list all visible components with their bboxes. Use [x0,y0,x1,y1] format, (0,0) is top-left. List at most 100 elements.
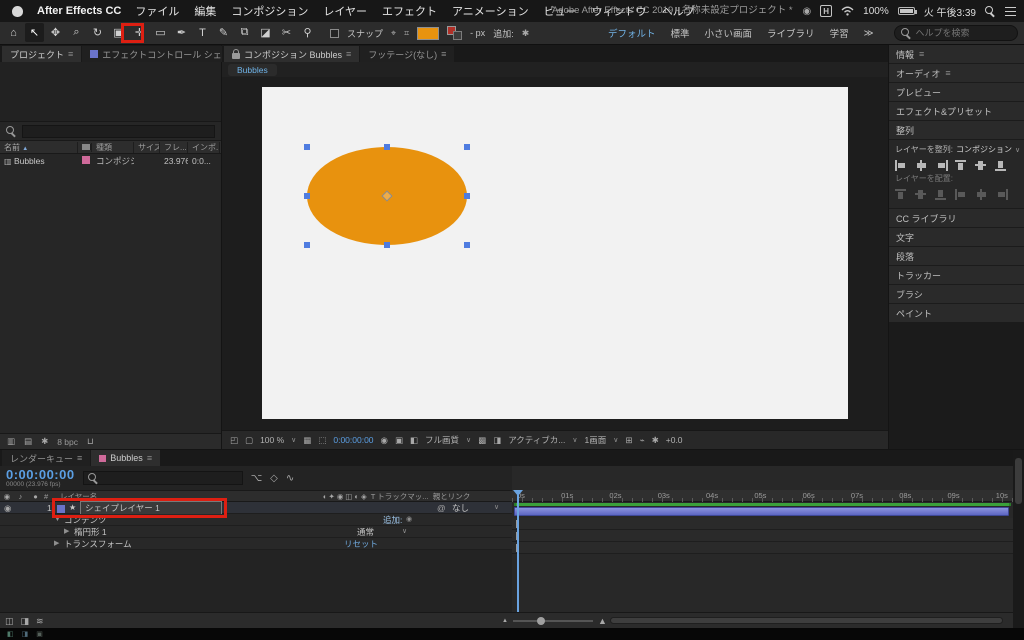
project-search-field[interactable] [22,124,215,138]
roto-brush-tool[interactable]: ✂ [277,23,296,42]
pan-behind-tool[interactable]: ✛ [130,23,149,42]
layer-row-1[interactable]: ◉ 1 ★ シェイプレイヤー 1 @ なし ∨ [0,501,512,515]
quality-column-icon[interactable]: ✦ [329,492,335,501]
chevron-down-icon[interactable]: ∨ [1015,146,1020,154]
add-shape-label[interactable]: 追加: [493,27,514,40]
new-folder-icon[interactable]: ▤ [24,436,32,447]
show-snapshot-icon[interactable]: ▣ [395,435,403,446]
wifi-icon[interactable] [841,6,854,16]
current-timecode[interactable]: 0:00:00:00 [6,468,75,481]
chevron-down-icon[interactable]: ∨ [572,436,577,444]
timeline-horizontal-scrollbar[interactable] [610,617,1003,624]
panel-cc-libraries[interactable]: CC ライブラリ [889,209,1024,227]
chevron-down-icon[interactable]: ∨ [291,436,296,444]
transform-group-row[interactable]: ▶ トランスフォーム リセット [0,538,512,550]
panel-paint[interactable]: ペイント [889,304,1024,322]
column-size[interactable]: サイズ [134,141,160,153]
viewer-settings-icon[interactable]: ✱ [652,435,659,446]
zoom-slider-thumb[interactable] [536,617,545,625]
twirl-closed-icon[interactable]: ▶ [54,538,59,550]
number-column[interactable]: # [44,492,56,501]
zoom-slider-track[interactable] [512,617,593,625]
tab-composition[interactable]: コンポジション Bubbles ≡ [224,46,360,62]
audio-column-icon[interactable]: ♪ [14,492,27,501]
align-target-dropdown[interactable]: コンポジション [956,144,1012,155]
workspace-small-screen[interactable]: 小さい画面 [705,26,753,40]
align-right-icon[interactable] [935,160,948,171]
clone-stamp-tool[interactable]: ⧉ [235,23,254,42]
tab-footage[interactable]: フッテージ(なし) ≡ [360,46,455,62]
selection-handle-s[interactable] [384,242,390,248]
help-search-input[interactable] [915,28,1011,38]
frame-blend-column-icon[interactable]: ◫ [345,492,352,501]
exposure-value[interactable]: +0.0 [666,435,683,445]
distribute-right-icon[interactable] [995,189,1008,200]
parent-pickwhip-icon[interactable]: @ [437,502,446,514]
panel-brushes[interactable]: ブラシ [889,285,1024,303]
fill-color-swatch[interactable] [417,26,440,40]
apple-menu-icon[interactable] [12,5,23,17]
resolution-dropdown[interactable]: フル画質 [425,434,459,446]
selection-handle-e[interactable] [464,193,470,199]
workspace-libraries[interactable]: ライブラリ [767,26,815,40]
panel-menu-icon[interactable]: ≡ [77,453,82,463]
viewer-lock-icon[interactable] [232,49,240,59]
align-bottom-icon[interactable] [995,160,1008,171]
video-column-icon[interactable]: ◉ [0,492,14,501]
puppet-pin-tool[interactable]: ⚲ [298,23,317,42]
comp-viewer[interactable] [222,77,888,430]
adjustment-column-icon[interactable]: ◐ [354,492,359,501]
selection-handle-sw[interactable] [304,242,310,248]
graph-editor-icon[interactable]: ∿ [286,473,294,484]
fast-previews-icon[interactable]: ⌁ [640,435,645,446]
rotation-tool[interactable]: ↻ [88,23,107,42]
monitor-icon[interactable]: ▢ [245,435,253,446]
selection-handle-nw[interactable] [304,144,310,150]
panel-menu-icon[interactable]: ≡ [919,49,924,59]
comp-breadcrumb-bubbles[interactable]: Bubbles [228,63,277,76]
battery-icon[interactable] [897,7,917,15]
workspace-standard[interactable]: 標準 [671,26,690,40]
align-vertical-center-icon[interactable] [975,160,988,171]
panel-menu-icon[interactable]: ≡ [441,49,446,59]
selection-handle-w[interactable] [304,193,310,199]
motion-blur-column-icon[interactable]: ◉ [337,492,344,501]
panel-preview[interactable]: プレビュー [889,83,1024,101]
spotlight-icon[interactable] [985,5,996,17]
trash-icon[interactable]: ⊔ [87,436,94,447]
comp-canvas[interactable] [262,87,848,419]
layer-visibility-eye-icon[interactable]: ◉ [4,502,11,514]
layer-duration-bar[interactable] [514,507,1009,516]
transparency-grid-icon[interactable]: ▩ [478,435,486,446]
ellipse-group-row[interactable]: ▶ 楕円形 1 通常 ∨ [0,526,512,538]
timeline-search-input[interactable] [101,473,238,483]
add-shape-icon[interactable]: ✱ [522,28,530,39]
chevron-down-icon[interactable]: ∨ [613,436,618,444]
twirl-open-icon[interactable]: ▼ [54,514,61,526]
hp-display-icon[interactable]: H [820,5,833,17]
shy-column-icon[interactable]: ◖ [322,492,327,501]
parent-dropdown[interactable]: なし [452,502,469,514]
expand-layer-switches-icon[interactable]: ◫ [5,616,14,627]
project-search-input[interactable] [23,125,214,136]
selection-handle-n[interactable] [384,144,390,150]
align-horizontal-center-icon[interactable] [915,160,928,171]
interpret-footage-icon[interactable]: ▥ [7,436,15,447]
contents-group-row[interactable]: ▼ コンテンツ 追加: ◉ [0,514,512,526]
transform-reset-link[interactable]: リセット [344,538,378,550]
zoom-in-mountain-icon[interactable]: ▲ [598,616,607,626]
selection-handle-ne[interactable] [464,144,470,150]
zoom-tool[interactable]: ⌕ [67,23,86,42]
menu-animation[interactable]: アニメーション [452,3,529,19]
distribute-left-icon[interactable] [955,189,968,200]
bit-depth-label[interactable]: 8 bpc [57,437,78,447]
blend-mode-dropdown[interactable]: 通常 [357,526,374,538]
align-left-icon[interactable] [895,160,908,171]
panel-menu-icon[interactable]: ≡ [945,68,950,78]
stroke-width-value[interactable]: - px [470,28,485,38]
comp-timecode[interactable]: 0:00:00:00 [333,435,373,445]
chevron-down-icon[interactable]: ∨ [466,436,471,444]
draft-3d-icon[interactable]: ◇ [270,473,278,484]
timeline-vertical-scrollbar[interactable] [1013,450,1024,628]
distribute-top-icon[interactable] [895,189,908,200]
